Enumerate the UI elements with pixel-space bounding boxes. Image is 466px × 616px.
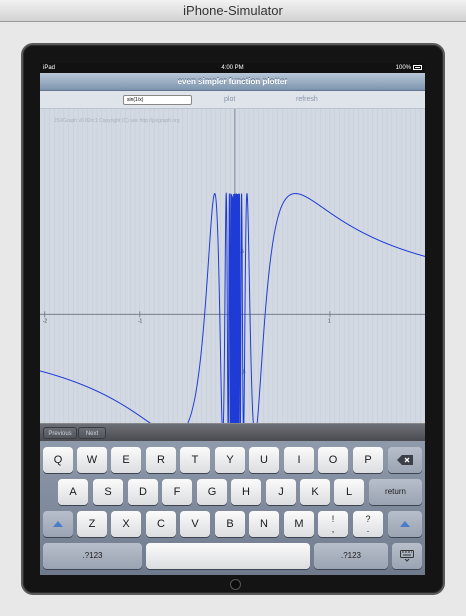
x-tick-label: -1 <box>138 318 143 324</box>
numbers-key-left[interactable]: .?123 <box>43 543 142 569</box>
key-u[interactable]: U <box>249 447 279 473</box>
battery-percent: 100% <box>395 65 411 71</box>
key-n[interactable]: N <box>249 511 279 537</box>
key-o[interactable]: O <box>318 447 348 473</box>
backspace-key[interactable] <box>388 447 422 473</box>
page-title: even simpler function plotter <box>40 73 425 91</box>
return-key[interactable]: return <box>369 479 422 505</box>
onscreen-keyboard: Q W E R T Y U I O P A S D F G H J K L re… <box>40 441 425 575</box>
window-title: iPhone-Simulator <box>0 0 466 22</box>
ipad-screen: iPad 4:00 PM 100% even simpler function … <box>40 63 425 575</box>
key-j[interactable]: J <box>266 479 296 505</box>
key-f[interactable]: F <box>162 479 192 505</box>
key-w[interactable]: W <box>77 447 107 473</box>
keyboard-accessory-bar: Previous Next <box>40 423 425 441</box>
previous-button[interactable]: Previous <box>43 427 77 439</box>
key-comma-label: , <box>331 524 335 534</box>
key-x[interactable]: X <box>111 511 141 537</box>
key-period-label: . <box>366 524 370 534</box>
status-time: 4:00 PM <box>221 65 244 71</box>
key-c[interactable]: C <box>146 511 176 537</box>
key-k[interactable]: K <box>300 479 330 505</box>
key-g[interactable]: G <box>197 479 227 505</box>
plot-button[interactable]: plot <box>224 91 235 109</box>
keyboard-hide-icon <box>400 550 414 562</box>
status-bar: iPad 4:00 PM 100% <box>40 63 425 73</box>
key-a[interactable]: A <box>58 479 88 505</box>
shift-arrow-icon <box>53 521 63 527</box>
function-curve-negative <box>40 192 236 423</box>
key-s[interactable]: S <box>93 479 123 505</box>
refresh-button[interactable]: refresh <box>296 91 318 109</box>
plot-toolbar: plot refresh <box>40 91 425 109</box>
battery-icon <box>413 64 422 70</box>
shift-arrow-icon <box>400 521 410 527</box>
next-button[interactable]: Next <box>78 427 106 439</box>
numbers-key-right[interactable]: .?123 <box>314 543 388 569</box>
x-tick-label: 1 <box>328 318 331 324</box>
backspace-icon <box>397 455 413 465</box>
left-shift-key[interactable] <box>43 511 73 537</box>
function-plot[interactable]: -2 -1 10.5-0.5 <box>40 109 425 423</box>
function-input[interactable] <box>123 95 192 105</box>
key-m[interactable]: M <box>284 511 314 537</box>
key-r[interactable]: R <box>146 447 176 473</box>
key-t[interactable]: T <box>180 447 210 473</box>
space-key[interactable] <box>146 543 310 569</box>
dismiss-keyboard-key[interactable] <box>392 543 422 569</box>
key-question-label: ? <box>365 514 371 524</box>
key-question-period[interactable]: ?. <box>353 511 383 537</box>
x-tick-label: -2 <box>43 318 48 324</box>
key-q[interactable]: Q <box>43 447 73 473</box>
key-d[interactable]: D <box>128 479 158 505</box>
key-l[interactable]: L <box>334 479 364 505</box>
battery-indicator: 100% <box>396 63 422 73</box>
key-exclaim-comma[interactable]: !, <box>318 511 348 537</box>
copyright-text: JSXGraph v0.82rc1 Copyright (C) see http… <box>54 118 180 124</box>
key-e[interactable]: E <box>111 447 141 473</box>
key-z[interactable]: Z <box>77 511 107 537</box>
key-b[interactable]: B <box>215 511 245 537</box>
key-i[interactable]: I <box>284 447 314 473</box>
key-h[interactable]: H <box>231 479 261 505</box>
right-shift-key[interactable] <box>388 511 422 537</box>
key-v[interactable]: V <box>180 511 210 537</box>
key-y[interactable]: Y <box>215 447 245 473</box>
key-exclaim-label: ! <box>331 514 335 524</box>
home-button[interactable] <box>230 579 241 590</box>
plot-canvas[interactable]: -2 -1 1 0.5 -0.5 JSXGraph v0.82rc1 Copyright… <box>40 109 425 423</box>
key-p[interactable]: P <box>353 447 383 473</box>
